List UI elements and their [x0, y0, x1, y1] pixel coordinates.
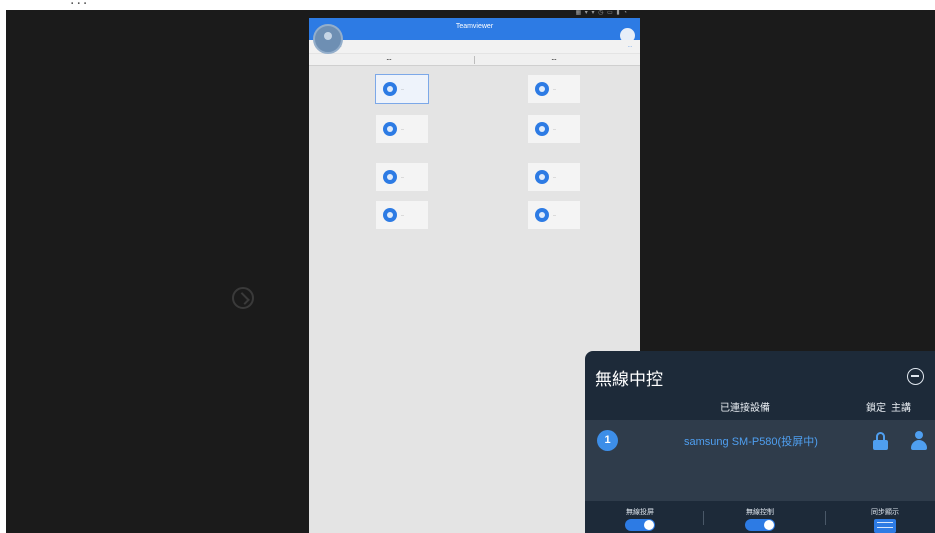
status-icons: ▦ ▾ ▾ ◷ ▭ ▮ ◔ [575, 10, 628, 16]
collapse-icon[interactable] [907, 368, 924, 385]
top-caption-strip: ... [0, 0, 935, 10]
app-tile[interactable]: ... [375, 200, 429, 230]
app-tile-icon [383, 122, 397, 136]
app-tile-label: ... [401, 174, 405, 179]
device-row[interactable]: 1 samsung SM-P580(投屏中) [585, 420, 935, 501]
top-caption-text: ... [70, 0, 89, 9]
status-bar: ▦ ▾ ▾ ◷ ▭ ▮ ◔ [309, 10, 640, 18]
app-tile-icon [383, 208, 397, 222]
user-avatar[interactable] [313, 24, 343, 54]
toggle-label-sync: 同步顯示 [871, 509, 899, 516]
toggle-label-projection: 無線投屏 [626, 509, 654, 516]
connection-link[interactable]: ... [628, 43, 632, 49]
toggle-divider [825, 511, 826, 525]
app-tile-label: ... [553, 126, 557, 131]
sync-display-icon[interactable] [874, 519, 896, 533]
presenter-icon[interactable] [911, 431, 927, 451]
connected-devices-header: 已連接設備 [720, 403, 770, 414]
column-headers: ... ... [309, 54, 640, 66]
column-divider [474, 56, 475, 64]
app-tile-label: ... [401, 212, 405, 217]
app-tile-icon [535, 208, 549, 222]
wireless-control-title: 無線中控 [595, 370, 663, 389]
app-tile-label: ... [401, 126, 405, 131]
lock-column-header: 鎖定 [866, 403, 886, 414]
app-tile-icon [535, 82, 549, 96]
app-tile-icon [383, 82, 397, 96]
app-header: Teamviewer [309, 18, 640, 43]
app-tile-icon [535, 170, 549, 184]
app-tile[interactable]: ... [375, 162, 429, 192]
column-header-right[interactable]: ... [494, 56, 614, 62]
app-tile[interactable]: ... [527, 200, 581, 230]
faded-check-icon [232, 287, 254, 309]
connection-info-row: ... ... [309, 40, 640, 53]
control-toggle[interactable] [745, 519, 775, 531]
app-tile-label: ... [553, 86, 557, 91]
device-index-badge: 1 [597, 430, 618, 451]
app-tile[interactable]: ... [527, 74, 581, 104]
wireless-control-panel: 無線中控 已連接設備 鎖定 主講 1 samsung SM-P580(投屏中) … [585, 351, 935, 533]
app-tile-icon [535, 122, 549, 136]
app-tile-icon [383, 170, 397, 184]
lock-icon[interactable] [873, 432, 888, 450]
app-tile-label: ... [553, 174, 557, 179]
app-tile[interactable]: ... [527, 162, 581, 192]
toggle-divider [703, 511, 704, 525]
app-tile[interactable]: ... [375, 114, 429, 144]
device-name: samsung SM-P580(投屏中) [684, 436, 818, 448]
app-tile-label: ... [553, 212, 557, 217]
app-tile[interactable]: ... [375, 74, 429, 104]
presenter-column-header: 主講 [891, 403, 911, 414]
app-title: Teamviewer [455, 23, 494, 30]
column-header-left[interactable]: ... [329, 56, 449, 62]
app-tile-label: ... [401, 86, 405, 91]
projection-toggle[interactable] [625, 519, 655, 531]
toggle-label-control: 無線控制 [746, 509, 774, 516]
app-tile[interactable]: ... [527, 114, 581, 144]
